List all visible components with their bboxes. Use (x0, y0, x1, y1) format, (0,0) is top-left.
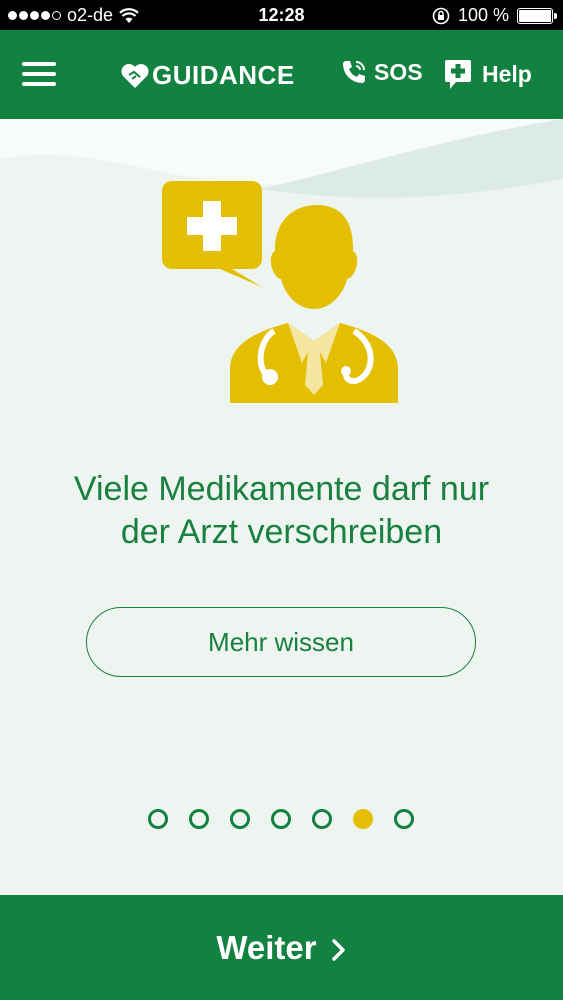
page-dot-5[interactable] (312, 809, 332, 829)
hamburger-icon (22, 62, 56, 66)
menu-button[interactable] (22, 62, 56, 88)
learn-more-button[interactable]: Mehr wissen (86, 607, 476, 677)
page-indicator (0, 809, 563, 831)
battery-percent: 100 % (457, 5, 509, 25)
status-bar: o2-de 12:28 100 % (0, 0, 563, 30)
next-button[interactable]: Weiter (0, 895, 563, 1000)
page-dot-2[interactable] (189, 809, 209, 829)
headline-line-1: Viele Medikamente darf nur (73, 470, 490, 508)
heart-handshake-icon (121, 63, 149, 88)
orientation-lock-icon (432, 7, 450, 24)
headline-line-2: der Arzt verschreiben (120, 513, 443, 551)
chat-plus-icon (445, 60, 471, 89)
chevron-right-icon (331, 938, 345, 961)
slide-headline: Viele Medikamente darf nur der Arzt vers… (20, 468, 543, 554)
page-dot-1[interactable] (148, 809, 168, 829)
app-logo: GUIDANCE (120, 60, 295, 91)
page-dot-7[interactable] (394, 809, 414, 829)
doctor-illustration (162, 181, 398, 403)
phone-icon (343, 61, 365, 83)
status-right: 100 % (432, 5, 557, 26)
sos-button[interactable]: SOS (340, 58, 423, 86)
sos-label: SOS (374, 58, 423, 85)
page-dot-3[interactable] (230, 809, 250, 829)
top-navigation-bar: GUIDANCE SOS Help (0, 30, 563, 119)
brand-name: GUIDANCE (152, 60, 295, 90)
battery-icon (517, 7, 557, 24)
page-dot-4[interactable] (271, 809, 291, 829)
onboarding-slide: Viele Medikamente darf nur der Arzt vers… (0, 119, 563, 895)
help-label: Help (482, 60, 532, 87)
page-dot-6[interactable] (353, 809, 373, 829)
help-button[interactable]: Help (444, 58, 532, 90)
next-label: Weiter (216, 928, 317, 966)
